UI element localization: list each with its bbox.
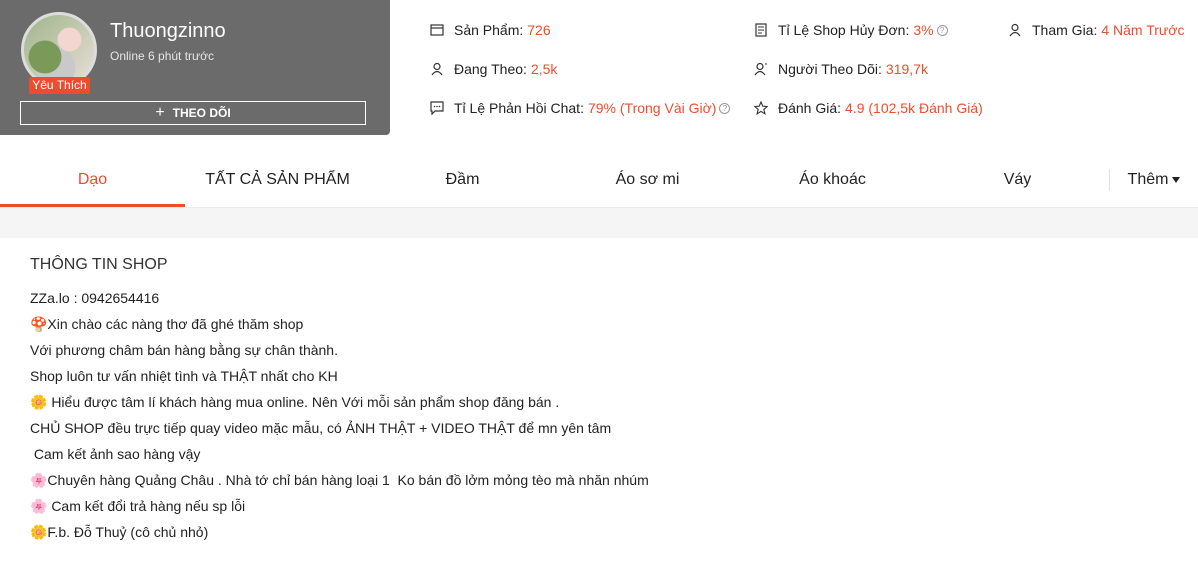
user-icon xyxy=(431,62,443,76)
stat-rating-label: Đánh Giá: xyxy=(778,100,842,116)
shop-info-section: THÔNG TIN SHOP ZZa.lo : 0942654416 🍄Xin … xyxy=(30,256,1170,545)
stat-rating: Đánh Giá: 4.9 (102,5k Đánh Giá) xyxy=(754,100,983,116)
stat-cancel: Tỉ Lệ Shop Hủy Đơn: 3% ? xyxy=(754,22,948,38)
followers-icon xyxy=(754,62,767,76)
shop-name: Thuongzinno xyxy=(110,20,226,42)
receipt-icon xyxy=(755,23,767,37)
tab-vay[interactable]: Váy xyxy=(925,153,1110,207)
shop-info-line: Với phương châm bán hàng bằng sự chân th… xyxy=(30,342,338,358)
shop-info-line: Shop luôn tư vấn nhiệt tình và THẬT nhất… xyxy=(30,368,338,384)
star-icon xyxy=(754,101,768,115)
tab-all-products[interactable]: TẤT CẢ SẢN PHẨM xyxy=(185,153,370,207)
chat-icon xyxy=(430,101,444,115)
shop-tabs: Dạo TẤT CẢ SẢN PHẨM Đầm Áo sơ mi Áo khoá… xyxy=(0,153,1198,208)
stat-following-label: Đang Theo: xyxy=(454,61,527,77)
tab-dao[interactable]: Dạo xyxy=(0,153,185,207)
help-icon[interactable]: ? xyxy=(719,102,731,114)
tab-more[interactable]: Thêm xyxy=(1110,153,1198,207)
section-separator xyxy=(0,208,1198,238)
shop-header-card: Yêu Thích Thuongzinno Online 6 phút trướ… xyxy=(0,0,390,135)
shop-info-line: 🌸 Cam kết đổi trả hàng nếu sp lỗi xyxy=(30,498,246,514)
follow-label: THEO DÕI xyxy=(172,106,231,120)
stat-cancel-label: Tỉ Lệ Shop Hủy Đơn: xyxy=(778,22,910,38)
follow-button[interactable]: + THEO DÕI xyxy=(20,101,366,125)
shop-info-line: 🌼F.b. Đỗ Thuỷ (cô chủ nhỏ) xyxy=(30,524,209,540)
caret-down-icon xyxy=(1172,176,1181,183)
stat-products-value: 726 xyxy=(527,22,551,38)
tab-ao-so-mi[interactable]: Áo sơ mi xyxy=(555,153,740,207)
stat-following: Đang Theo: 2,5k xyxy=(430,61,557,77)
plus-icon: + xyxy=(155,104,165,121)
stat-chat: Tỉ Lệ Phản Hồi Chat: 79% (Trong Vài Giờ)… xyxy=(430,100,731,116)
shop-info-line: 🌼 Hiểu được tâm lí khách hàng mua online… xyxy=(30,394,560,410)
stat-followers: Người Theo Dõi: 319,7k xyxy=(754,61,928,77)
shop-info-line: CHỦ SHOP đều trực tiếp quay video mặc mẫ… xyxy=(30,420,612,436)
stat-products-label: Sản Phẩm: xyxy=(454,22,524,38)
stat-followers-label: Người Theo Dõi: xyxy=(778,61,882,77)
shop-info-line: 🌸Chuyên hàng Quảng Châu . Nhà tớ chỉ bán… xyxy=(30,472,649,488)
help-icon[interactable]: ? xyxy=(936,24,948,36)
tab-ao-khoac[interactable]: Áo khoác xyxy=(740,153,925,207)
online-status: Online 6 phút trước xyxy=(110,49,214,63)
shop-info-title: THÔNG TIN SHOP xyxy=(30,256,168,273)
store-icon xyxy=(430,24,444,36)
stat-rating-value: 4.9 (102,5k Đánh Giá) xyxy=(845,100,983,116)
shop-info-line: Cam kết ảnh sao hàng vậy xyxy=(30,446,201,462)
stat-chat-value: 79% (Trong Vài Giờ) xyxy=(587,100,717,116)
favorite-badge: Yêu Thích xyxy=(29,77,90,94)
tab-dam[interactable]: Đầm xyxy=(370,153,555,207)
tab-more-label: Thêm xyxy=(1127,171,1169,188)
stat-following-value: 2,5k xyxy=(530,61,558,77)
stat-products: Sản Phẩm: 726 xyxy=(430,22,551,38)
stat-joined: Tham Gia: 4 Năm Trước xyxy=(1008,22,1184,38)
user-icon xyxy=(1009,23,1021,37)
stat-cancel-value: 3% xyxy=(913,22,934,38)
stat-followers-value: 319,7k xyxy=(885,61,928,77)
shop-info-line: ZZa.lo : 0942654416 xyxy=(30,290,160,306)
stat-joined-value: 4 Năm Trước xyxy=(1101,22,1185,38)
stat-joined-label: Tham Gia: xyxy=(1032,22,1098,38)
shop-info-line: 🍄Xin chào các nàng thơ đã ghé thăm shop xyxy=(30,316,304,332)
stat-chat-label: Tỉ Lệ Phản Hồi Chat: xyxy=(454,100,584,116)
